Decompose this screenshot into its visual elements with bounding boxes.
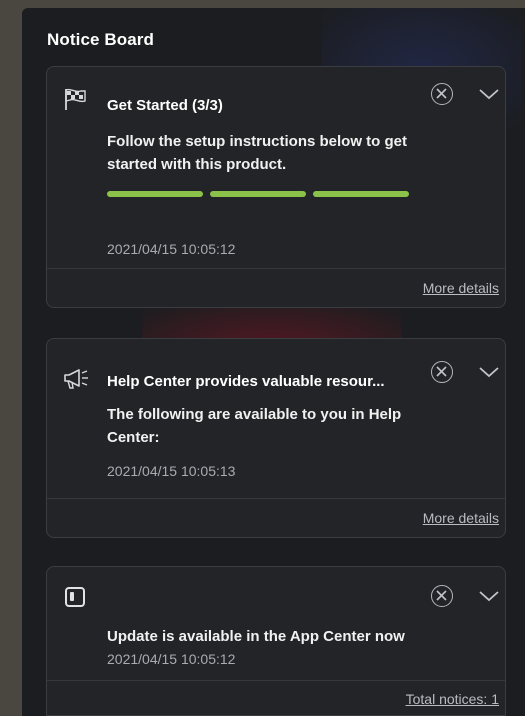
app-window-icon xyxy=(63,585,87,609)
notice-description: The following are available to you in He… xyxy=(107,406,402,446)
notice-description: Follow the setup instructions below to g… xyxy=(107,133,407,173)
chevron-down-icon xyxy=(479,591,499,602)
notice-timestamp: 2021/04/15 10:05:12 xyxy=(107,651,236,667)
total-notices-link[interactable]: Total notices: 1 xyxy=(406,691,499,707)
notice-board-panel: Notice Board Get Started (3/3) Follow th… xyxy=(22,8,525,716)
notice-card-help-center: Help Center provides valuable resour... … xyxy=(46,338,506,538)
close-icon xyxy=(436,88,447,99)
notice-card-update: Update is available in the App Center no… xyxy=(46,566,506,716)
expand-button[interactable] xyxy=(477,365,501,381)
notice-title: Get Started (3/3) xyxy=(107,97,223,114)
progress-step-3 xyxy=(313,191,409,197)
more-details-link[interactable]: More details xyxy=(423,510,499,526)
notice-footer: More details xyxy=(47,268,505,307)
notice-footer: Total notices: 1 xyxy=(47,680,505,715)
progress-step-1 xyxy=(107,191,203,197)
close-icon xyxy=(436,590,447,601)
megaphone-icon xyxy=(63,367,88,391)
progress-step-2 xyxy=(210,191,306,197)
panel-title: Notice Board xyxy=(47,30,154,49)
notice-footer: More details xyxy=(47,498,505,537)
dismiss-button[interactable] xyxy=(431,83,453,105)
more-details-link[interactable]: More details xyxy=(423,280,499,296)
notice-title: Help Center provides valuable resour... xyxy=(107,373,385,390)
expand-button[interactable] xyxy=(477,589,501,605)
dismiss-button[interactable] xyxy=(431,361,453,383)
close-icon xyxy=(436,366,447,377)
notice-description: Update is available in the App Center no… xyxy=(107,628,405,645)
notice-timestamp: 2021/04/15 10:05:13 xyxy=(107,463,236,479)
setup-progress-bar xyxy=(107,191,409,199)
expand-button[interactable] xyxy=(477,87,501,103)
notice-card-get-started: Get Started (3/3) Follow the setup instr… xyxy=(46,66,506,308)
chevron-down-icon xyxy=(479,89,499,100)
dismiss-button[interactable] xyxy=(431,585,453,607)
notice-timestamp: 2021/04/15 10:05:12 xyxy=(107,241,236,257)
chevron-down-icon xyxy=(479,367,499,378)
checkered-flag-icon xyxy=(63,87,87,111)
